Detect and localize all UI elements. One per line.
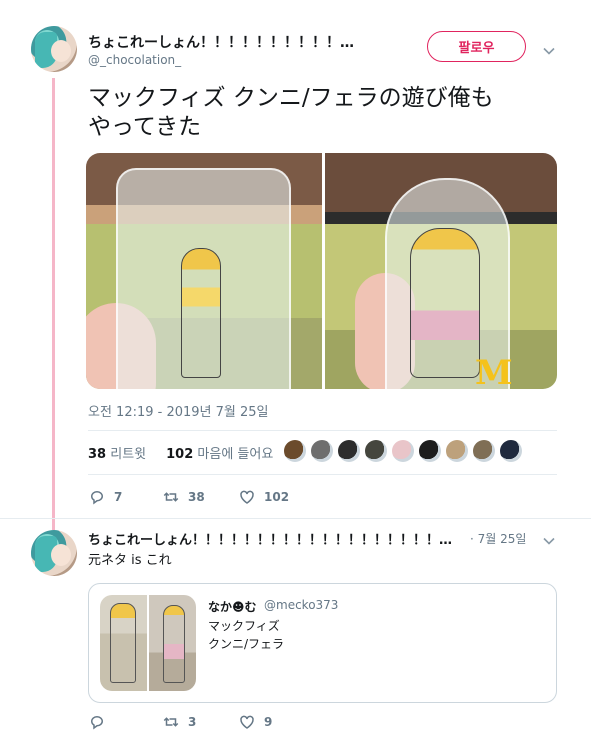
chevron-down-icon[interactable]	[543, 42, 555, 55]
reply-date[interactable]: · 7월 25일	[470, 530, 526, 547]
author-name[interactable]: ちょこれーしょん！！！！！！！！！！…	[88, 32, 398, 52]
follow-button[interactable]: 팔로우	[427, 31, 526, 62]
tweet-timestamp[interactable]: 오전 12:19 - 2019년 7월 25일	[88, 401, 269, 420]
reply-button[interactable]: 7	[88, 488, 122, 506]
divider	[88, 430, 557, 431]
mcdonalds-logo: M	[475, 353, 513, 389]
liker-avatar[interactable]	[338, 440, 360, 462]
liker-avatar[interactable]	[392, 440, 414, 462]
retweet-button[interactable]: 38	[162, 488, 205, 506]
liker-avatar[interactable]	[365, 440, 387, 462]
retweet-count: 38	[88, 447, 107, 462]
quoted-author-handle: @mecko373	[264, 598, 339, 612]
avatar-face	[51, 40, 71, 62]
liker-avatars	[284, 440, 522, 462]
quoted-text-line-2: クンニ/フェラ	[208, 637, 285, 651]
thumbnail-drawing	[163, 605, 185, 683]
like-count: 102	[166, 447, 194, 462]
like-count: 102	[264, 490, 290, 504]
tweet-text: マックフィズ クンニ/フェラの遊び俺も やってきた	[88, 84, 558, 142]
retweet-label: 리트윗	[110, 447, 147, 462]
reply-reply-button[interactable]	[88, 713, 114, 731]
tweet-text-line-1: マックフィズ クンニ/フェラの遊び俺も	[88, 85, 494, 111]
reply-retweet-count: 3	[188, 715, 197, 729]
quoted-tweet-card[interactable]: なか☻む @mecko373 マックフィズ クンニ/フェラ	[88, 583, 557, 703]
like-button[interactable]: 102	[238, 488, 289, 506]
thread-connector-line	[52, 78, 55, 530]
cup-drawing	[181, 248, 221, 378]
retweet-icon	[163, 717, 179, 727]
retweet-stat[interactable]: 38 리트윗	[88, 443, 146, 462]
liker-avatar[interactable]	[473, 440, 495, 462]
retweet-count: 38	[188, 490, 205, 504]
avatar-face	[51, 544, 71, 566]
like-label: 마음에 들어요	[197, 447, 274, 462]
reply-author-name[interactable]: ちょこれーしょん！！！！！！！！！！！！！！！！！！！…	[88, 529, 458, 548]
liker-avatar[interactable]	[500, 440, 522, 462]
liker-avatar[interactable]	[446, 440, 468, 462]
divider	[88, 474, 557, 475]
quoted-tweet-thumbnail	[100, 595, 196, 691]
author-handle[interactable]: @_chocolation_	[88, 53, 181, 67]
tweet-photo-2[interactable]: M	[325, 153, 557, 389]
like-stat[interactable]: 102 마음에 들어요	[166, 443, 273, 462]
reply-count: 7	[114, 490, 123, 504]
quoted-text-line-1: マックフィズ	[208, 619, 280, 633]
thumbnail-cup-2	[149, 595, 196, 691]
tweet-text-line-2: やってきた	[88, 114, 202, 140]
cup-drawing	[410, 228, 480, 378]
reply-retweet-button[interactable]: 3	[162, 713, 196, 731]
heart-icon	[240, 490, 254, 504]
reply-text: 元ネタ is これ	[88, 553, 172, 568]
divider	[0, 518, 591, 519]
thumbnail-cup-1	[100, 595, 147, 691]
reply-icon	[91, 716, 103, 730]
quoted-author-name: なか☻む	[208, 600, 257, 614]
reply-like-button[interactable]: 9	[238, 713, 272, 731]
retweet-icon	[163, 492, 179, 502]
liker-avatar[interactable]	[419, 440, 441, 462]
reply-like-count: 9	[264, 715, 273, 729]
heart-icon	[240, 715, 254, 729]
chevron-down-icon[interactable]	[543, 532, 555, 545]
liker-avatar[interactable]	[284, 440, 306, 462]
thumbnail-drawing	[110, 603, 136, 683]
author-avatar[interactable]	[31, 26, 77, 72]
tweet-photo-1[interactable]	[86, 153, 322, 389]
tweet-stats: 38 리트윗 102 마음에 들어요	[88, 443, 273, 462]
reply-icon	[91, 491, 103, 505]
reply-author-avatar[interactable]	[31, 530, 77, 576]
liker-avatar[interactable]	[311, 440, 333, 462]
